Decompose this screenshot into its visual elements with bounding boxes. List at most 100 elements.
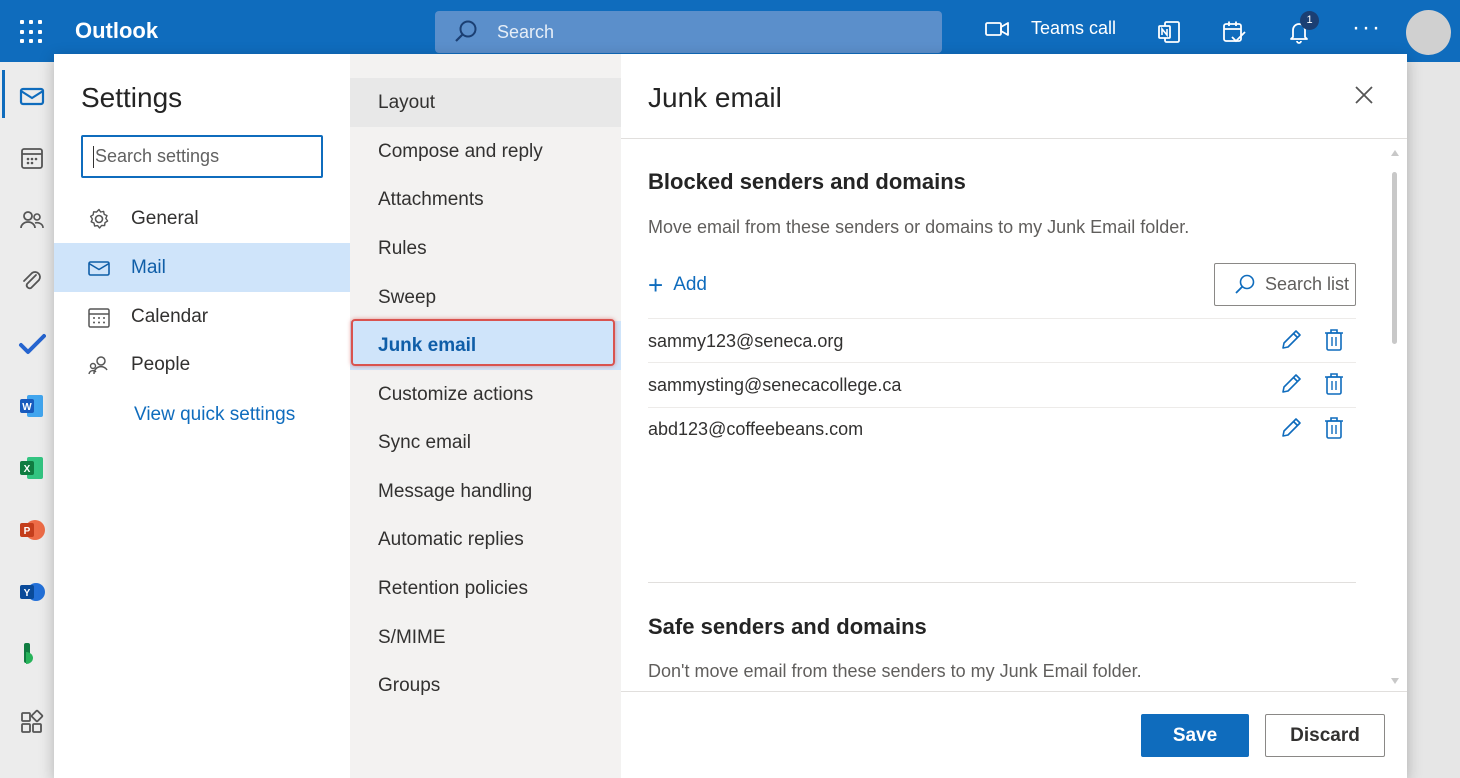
mail-icon (88, 261, 110, 276)
notification-badge: 1 (1300, 11, 1319, 30)
nav-item-calendar[interactable]: Calendar (54, 292, 350, 341)
submenu-item-sweep[interactable]: Sweep (350, 273, 621, 322)
svg-text:Y: Y (24, 588, 31, 599)
submenu-item-label: Sweep (378, 287, 437, 308)
settings-search-input[interactable]: Search settings (81, 135, 323, 178)
powerpoint-icon[interactable]: P (18, 516, 46, 544)
safe-senders-description: Don't move email from these senders to m… (648, 661, 1142, 681)
blocked-senders-title: Blocked senders and domains (648, 169, 966, 194)
people-icon (88, 356, 108, 375)
excel-icon[interactable]: X (18, 454, 46, 482)
junk-email-pane: Junk email Blocked senders and domains M… (621, 54, 1407, 778)
submenu-item-smime[interactable]: S/MIME (350, 613, 621, 662)
app-rail: W X P Y (0, 62, 54, 778)
scroll-thumb[interactable] (1392, 172, 1397, 344)
pencil-icon[interactable] (1279, 416, 1303, 440)
my-day-icon[interactable] (1222, 20, 1246, 44)
submenu-item-label: Attachments (378, 189, 484, 210)
submenu-item-label: Message handling (378, 481, 533, 502)
search-list-button[interactable]: Search list (1214, 263, 1356, 306)
submenu-item-label: S/MIME (378, 627, 446, 648)
svg-text:P: P (24, 526, 31, 537)
highlight-annotation (351, 319, 615, 366)
add-label: Add (673, 274, 707, 295)
submenu-item-label: Layout (378, 92, 436, 113)
avatar[interactable] (1406, 10, 1451, 55)
settings-categories-pane: Settings Search settings General Mail Ca… (54, 54, 350, 778)
submenu-item-label: Groups (378, 675, 441, 696)
junk-settings-scroll-area[interactable]: Blocked senders and domains Move email f… (621, 139, 1407, 691)
submenu-item-sync-email[interactable]: Sync email (350, 418, 621, 467)
submenu-item-compose-and-reply[interactable]: Compose and reply (350, 127, 621, 176)
nav-item-mail[interactable]: Mail (54, 243, 350, 292)
submenu-item-label: Customize actions (378, 384, 534, 405)
teams-call-button[interactable]: Teams call (985, 18, 1116, 39)
scroll-down-arrow-icon[interactable] (1391, 678, 1399, 684)
scroll-up-arrow-icon[interactable] (1391, 150, 1399, 156)
blocked-sender-row: sammy123@seneca.org (648, 319, 1356, 363)
settings-dialog: Settings Search settings General Mail Ca… (54, 54, 1407, 778)
mail-icon[interactable] (18, 82, 46, 110)
add-blocked-sender-button[interactable]: + Add (648, 270, 707, 300)
submenu-item-layout[interactable]: Layout (350, 78, 621, 127)
search-icon (1235, 274, 1255, 294)
submenu-item-automatic-replies[interactable]: Automatic replies (350, 515, 621, 564)
submenu-item-rules[interactable]: Rules (350, 224, 621, 273)
app-name[interactable]: Outlook (75, 18, 158, 44)
close-icon[interactable] (1353, 84, 1375, 106)
more-apps-icon[interactable] (18, 708, 46, 736)
people-icon[interactable] (18, 206, 46, 234)
blocked-sender-row: abd123@coffeebeans.com (648, 407, 1356, 451)
bookings-icon[interactable] (18, 640, 46, 668)
yammer-icon[interactable]: Y (18, 578, 46, 606)
nav-item-label: Calendar (131, 306, 209, 327)
submenu-item-label: Retention policies (378, 578, 528, 599)
gear-icon (89, 208, 109, 229)
nav-item-people[interactable]: People (54, 340, 350, 389)
more-options-icon[interactable]: ··· (1352, 16, 1382, 40)
view-quick-settings-link[interactable]: View quick settings (134, 404, 295, 426)
plus-icon: + (648, 270, 664, 300)
settings-search-placeholder: Search settings (95, 146, 220, 166)
blocked-senders-description: Move email from these senders or domains… (648, 217, 1190, 237)
submenu-item-customize-actions[interactable]: Customize actions (350, 370, 621, 419)
todo-icon[interactable] (18, 330, 46, 358)
search-list-label: Search list (1265, 274, 1350, 294)
active-indicator (2, 70, 5, 118)
save-button[interactable]: Save (1141, 714, 1249, 757)
calendar-icon[interactable] (18, 144, 46, 172)
blocked-sender-email: sammysting@senecacollege.ca (648, 375, 902, 395)
trash-icon[interactable] (1324, 372, 1344, 396)
discard-button[interactable]: Discard (1265, 714, 1385, 757)
nav-item-label: People (131, 354, 191, 375)
submenu-item-retention-policies[interactable]: Retention policies (350, 564, 621, 613)
vertical-scrollbar[interactable] (1388, 142, 1402, 690)
word-icon[interactable]: W (18, 392, 46, 420)
search-icon (455, 20, 477, 42)
page-title: Junk email (648, 82, 782, 113)
blocked-sender-email: abd123@coffeebeans.com (648, 419, 864, 439)
safe-senders-title: Safe senders and domains (648, 614, 927, 639)
submenu-item-label: Sync email (378, 432, 471, 453)
submenu-item-attachments[interactable]: Attachments (350, 175, 621, 224)
paperclip-icon[interactable] (18, 268, 46, 296)
onenote-feed-icon[interactable] (1157, 20, 1181, 44)
submenu-item-message-handling[interactable]: Message handling (350, 467, 621, 516)
trash-icon[interactable] (1324, 328, 1344, 352)
settings-title: Settings (81, 82, 183, 113)
submenu-item-label: Compose and reply (378, 141, 543, 162)
trash-icon[interactable] (1324, 416, 1344, 440)
search-placeholder: Search (497, 21, 555, 42)
section-divider (648, 582, 1356, 583)
top-bar: Outlook Search Teams call 1 ··· (0, 0, 1460, 62)
pencil-icon[interactable] (1279, 328, 1303, 352)
global-search-box[interactable]: Search (435, 11, 942, 53)
divider (621, 691, 1407, 692)
submenu-item-groups[interactable]: Groups (350, 661, 621, 710)
submenu-item-label: Automatic replies (378, 529, 524, 550)
pencil-icon[interactable] (1279, 372, 1303, 396)
mail-submenu-pane: Layout Compose and reply Attachments Rul… (350, 54, 621, 778)
blocked-sender-row: sammysting@senecacollege.ca (648, 363, 1356, 407)
app-launcher-icon[interactable] (20, 20, 44, 44)
nav-item-general[interactable]: General (54, 194, 350, 243)
